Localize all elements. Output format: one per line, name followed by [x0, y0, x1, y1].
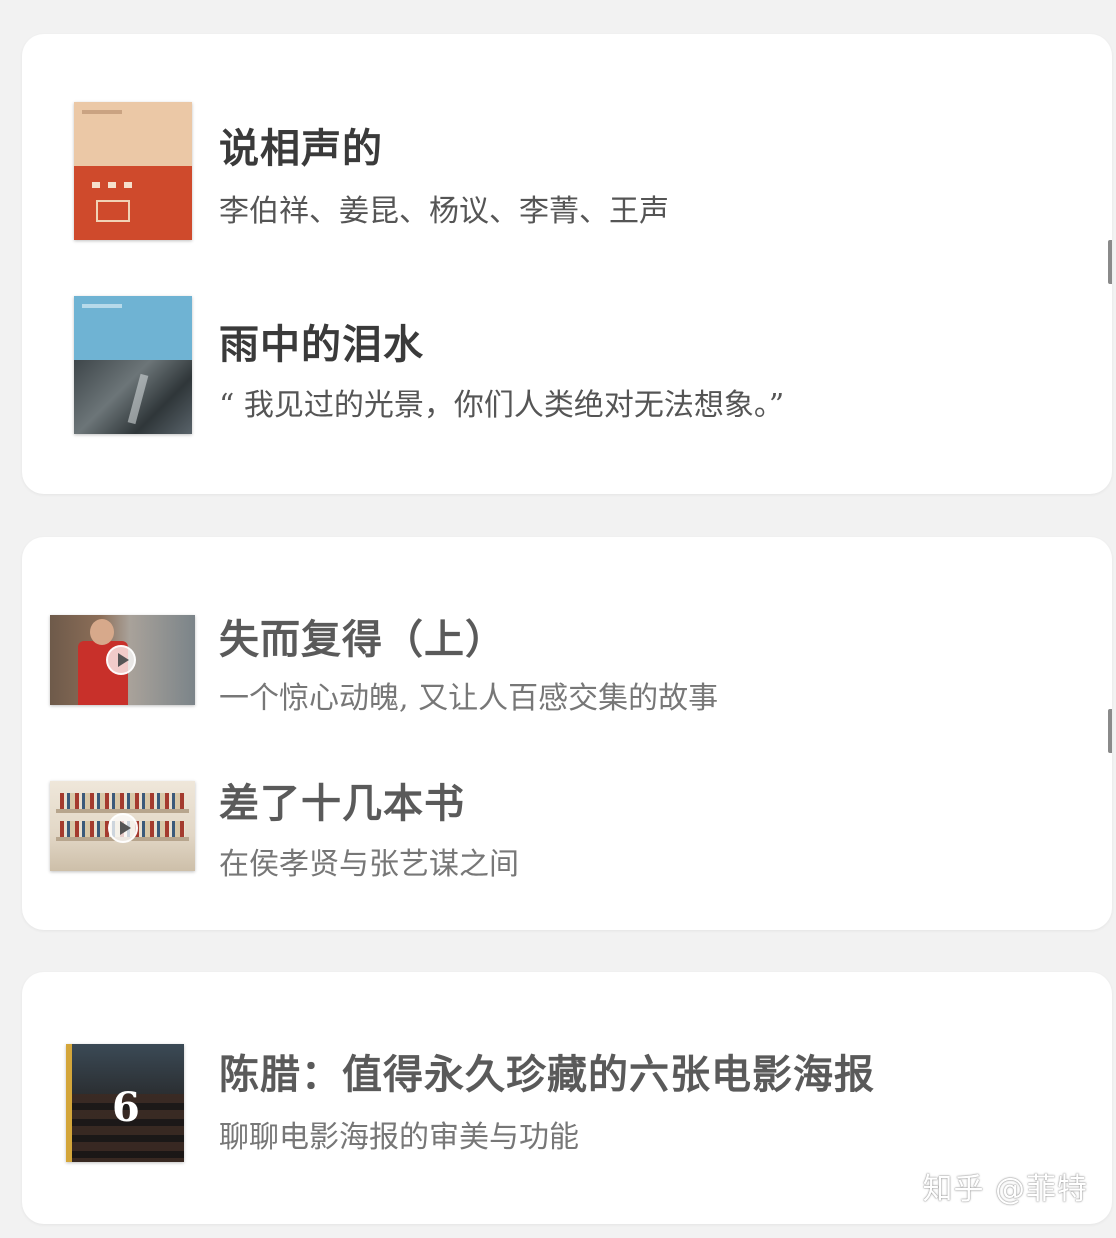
- book-card: 说相声的 李伯祥、姜昆、杨议、李菁、王声 雨中的泪水 “ 我见过的光景，你们人类…: [22, 34, 1112, 494]
- item-subtitle: “ 我见过的光景，你们人类绝对无法想象。”: [219, 388, 785, 423]
- scroll-tab: [1108, 240, 1112, 284]
- item-title: 差了十几本书: [219, 780, 465, 827]
- list-item[interactable]: 说相声的 李伯祥、姜昆、杨议、李菁、王声: [22, 102, 1112, 242]
- item-subtitle: 李伯祥、姜昆、杨议、李菁、王声: [219, 194, 669, 229]
- item-title: 说相声的: [219, 125, 383, 172]
- list-item[interactable]: 失而复得（上） 一个惊心动魄, 又让人百感交集的故事: [22, 615, 1112, 716]
- book-cover-icon: [74, 296, 192, 434]
- item-subtitle: 在侯孝贤与张艺谋之间: [219, 847, 519, 882]
- ebook-cover-icon: 6: [66, 1044, 184, 1162]
- play-icon: [108, 813, 138, 843]
- item-title: 失而复得（上）: [219, 616, 506, 663]
- item-subtitle: 一个惊心动魄, 又让人百感交集的故事: [219, 681, 719, 716]
- video-thumbnail-icon: [50, 781, 195, 871]
- video-thumbnail-icon: [50, 615, 195, 705]
- watermark-label: 知乎 @菲特: [922, 1172, 1088, 1207]
- ebook-number: 6: [112, 1084, 140, 1131]
- list-item[interactable]: 雨中的泪水 “ 我见过的光景，你们人类绝对无法想象。”: [22, 296, 1112, 436]
- item-title: 雨中的泪水: [219, 321, 424, 368]
- book-cover-icon: [74, 102, 192, 240]
- scroll-tab: [1108, 709, 1112, 753]
- item-subtitle: 聊聊电影海报的审美与功能: [219, 1120, 579, 1155]
- list-item[interactable]: 差了十几本书 在侯孝贤与张艺谋之间: [22, 780, 1112, 882]
- item-title: 陈腊：值得永久珍藏的六张电影海报: [219, 1051, 875, 1098]
- video-card: 失而复得（上） 一个惊心动魄, 又让人百感交集的故事 差了十几本书 在侯孝贤与张…: [22, 537, 1112, 930]
- list-item[interactable]: 6 陈腊：值得永久珍藏的六张电影海报 聊聊电影海报的审美与功能: [22, 1042, 1112, 1162]
- play-icon: [106, 645, 136, 675]
